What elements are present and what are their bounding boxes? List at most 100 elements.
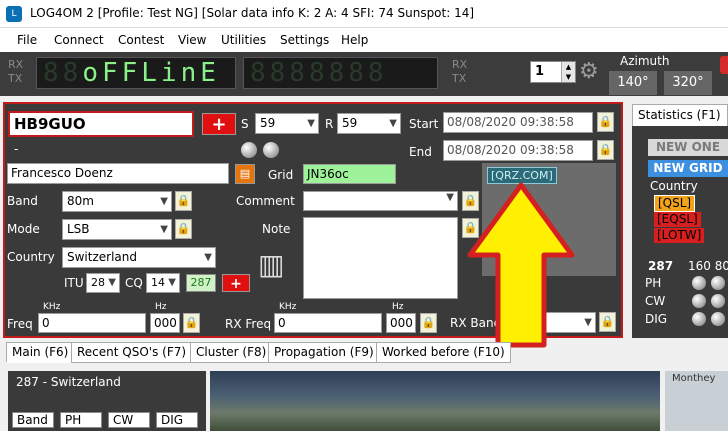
new-one-badge: NEW ONE <box>648 139 728 156</box>
s-label: S <box>241 117 249 131</box>
name-input[interactable]: Francesco Doenz <box>7 163 229 184</box>
chevron-down-icon: ▼ <box>108 277 116 288</box>
azimuth-label: Azimuth <box>620 54 670 68</box>
status-led <box>711 276 725 290</box>
chevron-down-icon: ▼ <box>389 118 397 129</box>
end-label: End <box>409 145 432 159</box>
band-value: 80m <box>67 194 94 208</box>
country-select[interactable]: Switzerland ▼ <box>62 247 216 268</box>
rst-sent-select[interactable]: 59 ▼ <box>255 113 319 134</box>
azimuth-long: 320° <box>664 71 712 95</box>
tx-indicator-2: TX <box>452 72 467 85</box>
qsl-badge: [QSL] <box>654 195 696 212</box>
status-led <box>692 276 706 290</box>
country-label: Country <box>7 250 55 264</box>
band-lock-icon[interactable]: 🔒 <box>175 191 192 211</box>
dxcc-badge: 287 <box>186 274 216 292</box>
callsign-input[interactable]: HB9GUO <box>8 111 194 137</box>
gear-icon[interactable]: ⚙ <box>579 60 603 84</box>
chevron-down-icon: ▼ <box>204 252 212 263</box>
stats-dxcc-number: 287 <box>648 259 674 273</box>
lotw-badge: [LOTW] <box>654 228 705 243</box>
chevron-down-icon: ▼ <box>168 277 176 288</box>
end-time-input[interactable]: 08/08/2020 09:38:58 <box>443 140 593 161</box>
chevron-down-icon: ▼ <box>446 192 454 203</box>
menu-settings[interactable]: Settings <box>280 33 329 47</box>
itu-value: 28 <box>91 276 105 289</box>
rx-band-lock-icon[interactable]: 🔒 <box>599 312 616 332</box>
eqsl-badge: [EQSL] <box>654 212 701 227</box>
stats-row-dig: DIG <box>645 312 668 326</box>
mode-label: Mode <box>7 222 40 236</box>
tab-main[interactable]: Main (F6) <box>6 342 75 363</box>
world-map[interactable] <box>210 371 660 431</box>
tx-indicator: TX <box>8 72 23 85</box>
freq-label: Freq <box>7 317 33 331</box>
tab-statistics[interactable]: Statistics (F1) <box>632 104 728 126</box>
rotator-stop-button[interactable] <box>720 56 728 74</box>
dash-text: - <box>14 142 19 156</box>
r-label: R <box>325 117 334 131</box>
rx-indicator-2: RX <box>452 58 468 71</box>
menu-file[interactable]: File <box>17 33 37 47</box>
comment-input[interactable]: ▼ <box>303 191 458 211</box>
start-time-input[interactable]: 08/08/2020 09:38:58 <box>443 112 593 133</box>
khz-label: KHz <box>43 302 61 312</box>
band-label: Band <box>7 194 38 208</box>
cq-select[interactable]: 14 ▼ <box>146 273 180 293</box>
window-title: LOG4OM 2 [Profile: Test NG] [Solar data … <box>30 6 475 20</box>
start-lock-icon[interactable]: 🔒 <box>597 112 614 132</box>
grid-input[interactable]: JN36oc <box>303 164 396 184</box>
rx-freq-lock-icon[interactable]: 🔒 <box>420 313 437 333</box>
chevron-down-icon: ▼ <box>584 317 592 328</box>
menu-view[interactable]: View <box>178 33 206 47</box>
swiss-flag-icon: + <box>202 113 236 135</box>
cq-value: 14 <box>151 276 165 289</box>
tab-recent-qsos[interactable]: Recent QSO's (F7) <box>71 342 193 363</box>
app-icon: L <box>6 6 22 22</box>
mode-value: LSB <box>67 222 90 236</box>
column-cw: CW <box>108 412 150 428</box>
country-value: Switzerland <box>67 250 137 264</box>
band-select[interactable]: 80m ▼ <box>62 191 172 212</box>
rx-freq-khz-input[interactable]: 0 <box>274 313 382 333</box>
end-lock-icon[interactable]: 🔒 <box>597 140 614 160</box>
sent-knob[interactable] <box>241 142 257 158</box>
mode-select[interactable]: LSB ▼ <box>62 219 172 240</box>
azimuth-short: 140° <box>609 71 657 95</box>
tab-propagation[interactable]: Propagation (F9) <box>268 342 380 363</box>
chevron-down-icon: ▼ <box>307 118 315 129</box>
menu-utilities[interactable]: Utilities <box>221 33 266 47</box>
menu-help[interactable]: Help <box>341 33 368 47</box>
chevron-down-icon: ▼ <box>160 224 168 235</box>
rx-khz-label: KHz <box>279 302 297 312</box>
tab-cluster[interactable]: Cluster (F8) <box>190 342 273 363</box>
print-label-icon[interactable]: ▥ <box>258 250 290 280</box>
rst-received-select[interactable]: 59 ▼ <box>337 113 401 134</box>
rx-hz-label: Hz <box>392 302 404 312</box>
mode-lock-icon[interactable]: 🔒 <box>175 219 192 239</box>
swiss-flag-small-icon: + <box>222 274 250 292</box>
column-ph: PH <box>60 412 102 428</box>
itu-select[interactable]: 28 ▼ <box>86 273 120 293</box>
column-dig: DIG <box>156 412 198 428</box>
rx-freq-hz-input[interactable]: 000 <box>386 313 416 333</box>
freq-khz-input[interactable]: 0 <box>38 313 146 333</box>
menu-connect[interactable]: Connect <box>54 33 104 47</box>
freq-lock-icon[interactable]: 🔒 <box>183 313 200 333</box>
note-textarea[interactable] <box>303 217 458 299</box>
display-ghost-digits: 88 <box>43 58 83 88</box>
country-heading: 287 - Switzerland <box>16 375 121 389</box>
menu-contest[interactable]: Contest <box>118 33 164 47</box>
received-knob[interactable] <box>263 142 279 158</box>
tab-worked-before[interactable]: Worked before (F10) <box>376 342 511 363</box>
freq-hz-input[interactable]: 000 <box>150 313 180 333</box>
comment-label: Comment <box>236 194 295 208</box>
offline-text: oFFLinE <box>82 58 220 88</box>
spinner-arrows-icon[interactable]: ▲ ▼ <box>561 62 575 82</box>
status-led <box>692 294 706 308</box>
qrz-lookup-icon[interactable]: ▤ <box>235 164 255 184</box>
stats-country-label: Country <box>650 179 698 193</box>
status-led <box>711 294 725 308</box>
vfo-spinner[interactable]: 1 ▲ ▼ <box>530 61 576 83</box>
